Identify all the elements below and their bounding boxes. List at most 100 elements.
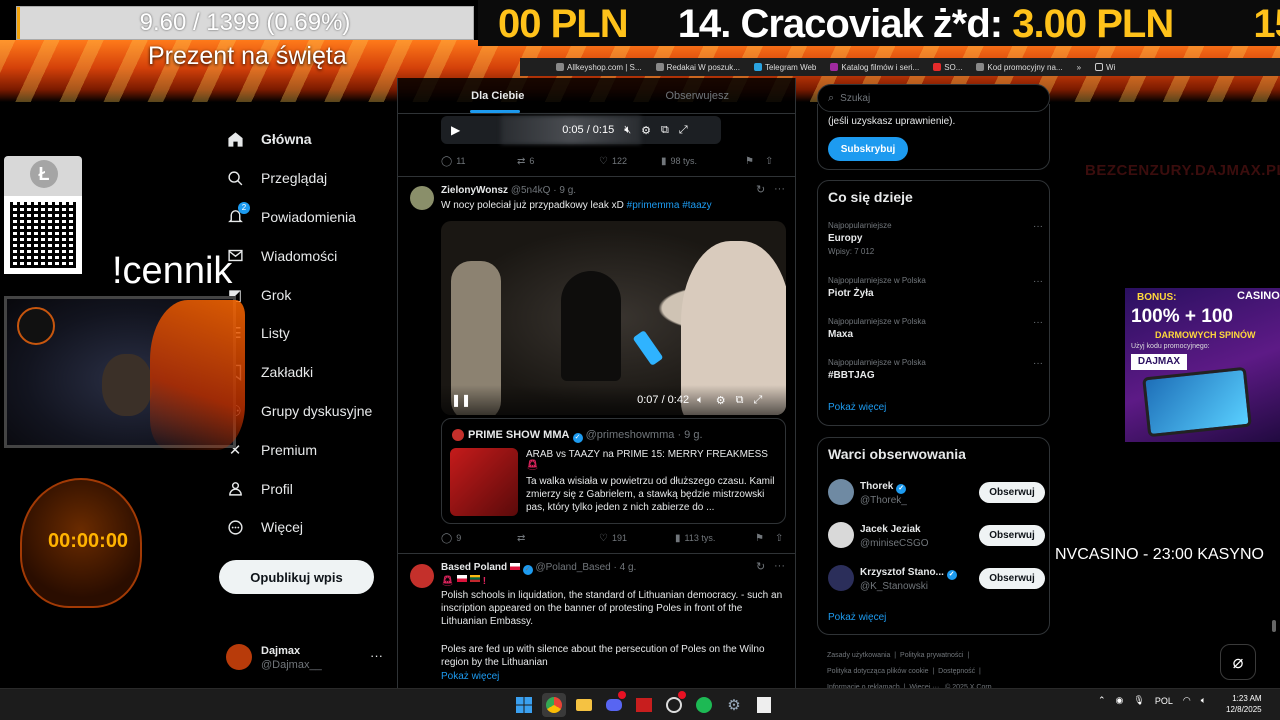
footer-link[interactable]: Polityka prywatności [900,652,963,659]
bookmark[interactable]: Kod promocyjny na... [976,63,1063,72]
gear-icon[interactable]: ⚙ [716,394,726,407]
fullscreen-icon[interactable]: ⤢ [679,124,688,137]
taskbar-settings[interactable]: ⚙ [722,693,746,717]
bookmark-folder[interactable]: Wi [1095,63,1115,72]
bookmark[interactable]: Redakai W poszuk... [655,63,740,72]
sidebar-item-home[interactable]: Główna [222,120,397,159]
follow-button[interactable]: Obserwuj [979,482,1045,503]
author-handle[interactable]: @5n4kQ [511,185,551,196]
trend-item[interactable]: Najpopularniejsze w Polska Maxa ··· [828,317,1043,340]
author-handle[interactable]: @Poland_Based [535,562,610,573]
footer-link[interactable]: Zasady użytkowania [827,652,890,659]
show-more-link[interactable]: Pokaż więcej [828,402,886,413]
tab-for-you[interactable]: Dla Ciebie [398,78,598,113]
taskbar-spotify[interactable] [692,693,716,717]
views-button[interactable]: ▮ 98 tys. [661,156,745,167]
follow-suggestion[interactable]: Krzysztof Stano... ✓ @K_Stanowski Obserw… [828,565,1045,595]
grok-icon[interactable]: ↻ [756,560,765,573]
reply-button[interactable]: ◯ 9 [441,533,517,544]
steam-icon[interactable]: ◉ [1116,695,1124,706]
mute-icon[interactable]: 🔇︎ [624,124,631,137]
play-icon[interactable]: ▶ [451,123,460,137]
fullscreen-icon[interactable]: ⤢ [753,394,762,407]
footer-link[interactable]: Dostępność [938,668,975,675]
more-horizontal-icon[interactable]: ··· [1033,317,1043,328]
tweet-video[interactable]: ❚❚ 0:07 / 0:42 🔈︎ ⚙ ⧉ ⤢ [441,221,786,415]
bookmarks-overflow[interactable]: » [1077,63,1081,72]
sidebar-item-grok[interactable]: ◩ Grok [222,275,397,314]
follow-suggestion[interactable]: Jacek Jeziak @miniseCSGO Obserwuj [828,522,1045,552]
subscribe-button[interactable]: Subskrybuj [828,137,908,161]
repost-button[interactable]: ⇄ [517,533,599,544]
like-button[interactable]: ♡ 122 [599,156,661,167]
sidebar-item-lists[interactable]: ☰ Listy [222,314,397,353]
show-more-link[interactable]: Pokaż więcej [828,612,886,623]
share-button[interactable]: ⇧ [765,156,773,167]
account-switcher[interactable]: Dajmax @Dajmax__ ··· [226,642,386,674]
video-player-collapsed[interactable]: ▶ 0:05 / 0:15 🔇︎ ⚙ ⧉ ⤢ [441,116,721,144]
trend-item[interactable]: Najpopularniejsze w Polska #BBTJAG ··· [828,358,1043,381]
tweet-time[interactable]: 4 g. [620,562,637,573]
tab-following[interactable]: Obserwujesz [598,78,796,113]
sidebar-item-communities[interactable]: ⚇ Grupy dyskusyjne [222,392,397,431]
like-button[interactable]: ♡ 191 [599,533,675,544]
more-horizontal-icon[interactable]: ··· [774,560,785,572]
bookmark-button[interactable]: ⚑ [755,533,775,544]
volume-icon[interactable]: 🔈︎ [1201,695,1206,706]
author-name[interactable]: ZielonyWonsz [441,185,508,196]
follow-button[interactable]: Obserwuj [979,525,1045,546]
grok-icon[interactable]: ↻ [756,183,765,196]
taskbar-discord[interactable] [602,691,626,717]
more-horizontal-icon[interactable]: ··· [1033,358,1043,369]
start-button[interactable] [512,693,536,717]
bookmark[interactable]: Telegram Web [753,63,816,72]
pause-icon[interactable]: ❚❚ [451,393,471,407]
more-horizontal-icon[interactable]: ··· [1033,221,1043,232]
more-horizontal-icon[interactable]: ··· [774,183,785,195]
scrollbar-thumb[interactable] [1272,620,1276,632]
follow-button[interactable]: Obserwuj [979,568,1045,589]
taskbar-epic[interactable] [752,693,776,717]
grok-floating-button[interactable]: ⌀ [1220,644,1256,680]
sidebar-item-profile[interactable]: Profil [222,469,397,508]
repost-button[interactable]: ⇄ 6 [517,156,599,167]
more-horizontal-icon[interactable]: ··· [1033,276,1043,287]
reply-button[interactable]: ◯ 11 [441,156,517,167]
wifi-icon[interactable]: ◠ [1183,695,1191,706]
avatar[interactable] [410,564,434,588]
hashtags[interactable]: #primemma #taazy [627,200,712,211]
pip-icon[interactable]: ⧉ [736,394,744,407]
footer-link[interactable]: Polityka dotycząca plików cookie [827,668,929,675]
share-button[interactable]: ⇧ [775,533,783,544]
chevron-up-icon[interactable]: ⌃ [1098,695,1106,706]
taskbar-chrome[interactable] [542,693,566,717]
language-indicator[interactable]: POL [1155,696,1173,706]
tweet-time[interactable]: 9 g. [559,185,576,196]
avatar[interactable] [410,186,434,210]
bookmark[interactable]: Katalog filmów i seri... [830,63,919,72]
show-more-link[interactable]: Pokaż więcej [441,670,786,683]
post-button[interactable]: Opublikuj wpis [219,560,374,594]
bookmark-button[interactable]: ⚑ [745,156,765,167]
sidebar-item-notifications[interactable]: 2 Powiadomienia [222,198,397,237]
author-name[interactable]: Based Poland [441,562,507,573]
trend-item[interactable]: Najpopularniejsze Europy Wpisy: 7 012 ··… [828,221,1043,256]
sidebar-item-premium[interactable]: ✕ Premium [222,430,397,469]
sidebar-item-messages[interactable]: Wiadomości [222,236,397,275]
taskbar-obs[interactable] [662,691,686,717]
follow-suggestion[interactable]: Thorek ✓ @Thorek_ Obserwuj [828,479,1045,509]
sidebar-item-more[interactable]: Więcej [222,508,397,547]
sidebar-item-bookmarks[interactable]: Zakładki [222,353,397,392]
taskbar-app[interactable] [632,693,656,717]
taskbar-explorer[interactable] [572,693,596,717]
volume-icon[interactable]: 🔈︎ [697,394,704,407]
search-input[interactable]: ⌕ Szukaj [817,84,1050,112]
clock[interactable]: 1:23 AM 12/8/2025 [1226,693,1262,715]
bookmark[interactable]: Allkeyshop.com | S... [556,63,642,72]
bookmark[interactable]: SO... [933,63,962,72]
trend-item[interactable]: Najpopularniejsze w Polska Piotr Żyła ··… [828,276,1043,299]
views-button[interactable]: ▮ 113 tys. [675,533,755,544]
sidebar-item-explore[interactable]: Przeglądaj [222,159,397,198]
microphone-icon[interactable]: 🎙︎ [1133,695,1144,706]
quoted-tweet[interactable]: PRIME SHOW MMA ✓ @primeshowmma · 9 g. AR… [441,418,786,524]
